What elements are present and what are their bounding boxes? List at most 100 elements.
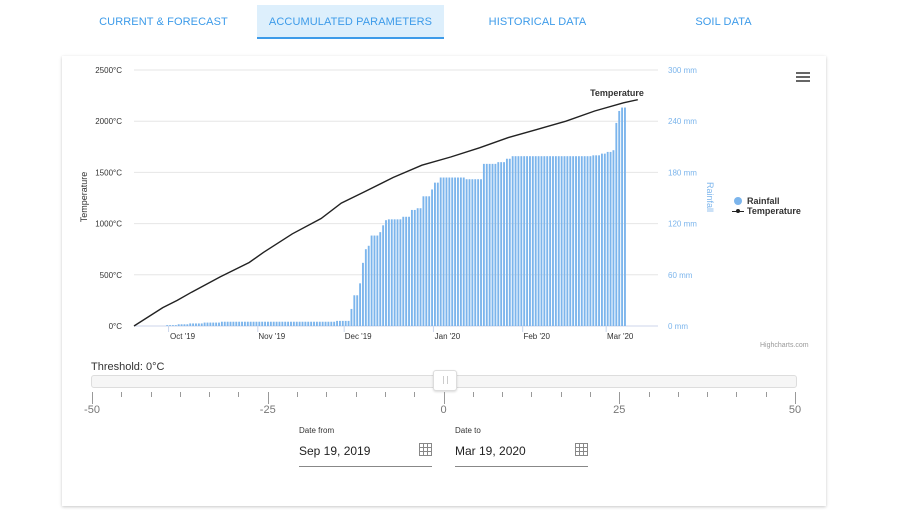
date-from-field: Date from Sep 19, 2019: [299, 426, 432, 467]
rainfall-bar: [166, 325, 169, 326]
slider-minor-tick: [648, 392, 650, 397]
rainfall-bar: [212, 322, 215, 326]
temperature-series-label: Temperature: [590, 88, 644, 98]
rainfall-bar: [503, 162, 505, 326]
x-tick-label: Jan '20: [435, 332, 461, 341]
rainfall-bar: [281, 321, 284, 326]
calendar-icon[interactable]: [575, 443, 588, 456]
rainfall-bar: [197, 323, 200, 326]
slider-minor-tick: [121, 392, 123, 397]
rainfall-bar: [235, 321, 238, 326]
rainfall-bar: [546, 156, 549, 326]
rainfall-bar: [183, 324, 186, 326]
rainfall-bar: [402, 216, 405, 326]
rainfall-bar: [419, 208, 422, 326]
rainfall-bar: [189, 323, 192, 326]
rainfall-bar: [341, 320, 344, 326]
legend-item-temperature[interactable]: Temperature: [732, 206, 801, 216]
slider-tick-label: -50: [84, 404, 100, 416]
x-tick-label: Oct '19: [170, 332, 196, 341]
calendar-icon[interactable]: [419, 443, 432, 456]
rainfall-bar: [278, 321, 281, 326]
date-from-input[interactable]: Sep 19, 2019: [299, 442, 432, 467]
date-to-field: Date to Mar 19, 2020: [455, 426, 588, 467]
tab-accumulated-parameters[interactable]: ACCUMULATED PARAMETERS: [257, 5, 444, 39]
rainfall-bar: [609, 151, 612, 326]
rainfall-bar: [373, 235, 376, 326]
rainfall-bar: [511, 156, 514, 326]
rainfall-bar: [577, 156, 580, 326]
y-right-tick-label: 0 mm: [668, 322, 688, 331]
rainfall-legend-marker-icon: [734, 197, 742, 205]
rainfall-bar: [385, 220, 387, 326]
rainfall-bar: [554, 156, 557, 326]
rainfall-bar: [445, 177, 448, 326]
rainfall-bar: [534, 156, 537, 326]
rainfall-bar: [379, 232, 382, 326]
slider-major-tick: [795, 392, 796, 404]
rainfall-bar: [508, 158, 511, 326]
slider-minor-tick: [560, 392, 562, 397]
date-to-input[interactable]: Mar 19, 2020: [455, 442, 588, 467]
slider-minor-tick: [297, 392, 299, 397]
rainfall-bar: [264, 321, 267, 326]
rainfall-bar: [169, 325, 171, 326]
y-left-tick-label: 1000°C: [95, 220, 122, 229]
rainfall-bar: [249, 321, 252, 326]
tab-soil-data[interactable]: SOIL DATA: [637, 5, 810, 39]
rainfall-bar: [209, 322, 212, 326]
rainfall-bar: [488, 163, 491, 326]
slider-minor-tick: [384, 392, 386, 397]
threshold-slider-handle[interactable]: [432, 370, 457, 391]
y-left-tick-label: 2500°C: [95, 66, 122, 75]
rainfall-bar: [255, 321, 258, 326]
rainfall-bar: [382, 225, 385, 326]
rainfall-bar: [338, 320, 341, 326]
rainfall-bar: [344, 320, 347, 326]
slider-minor-tick: [179, 392, 181, 397]
rainfall-bar: [359, 283, 362, 326]
slider-major-tick: [92, 392, 93, 404]
rainfall-bar: [482, 163, 485, 326]
rainfall-bar: [223, 321, 226, 326]
rainfall-bar: [336, 320, 338, 326]
rainfall-bar: [347, 320, 350, 326]
rainfall-bar: [321, 321, 324, 326]
rainfall-bar: [362, 262, 364, 326]
chart-menu-button[interactable]: [796, 72, 810, 84]
rainfall-bar: [621, 107, 624, 326]
slider-minor-tick: [472, 392, 474, 397]
legend-item-rainfall[interactable]: Rainfall: [732, 196, 801, 206]
tab-current-forecast[interactable]: CURRENT & FORECAST: [77, 5, 250, 39]
rainfall-bar: [376, 235, 379, 326]
rainfall-bar: [580, 156, 583, 326]
rainfall-bar: [350, 308, 353, 326]
rainfall-bar: [549, 156, 552, 326]
rainfall-bar: [583, 156, 586, 326]
rainfall-bar: [592, 155, 595, 326]
rainfall-bar: [261, 321, 264, 326]
rainfall-bar: [425, 196, 428, 326]
chart-legend: Rainfall Temperature: [732, 196, 801, 216]
slider-tick-label: 25: [613, 404, 626, 416]
rainfall-bar: [232, 321, 235, 326]
slider-tick-label: 50: [788, 404, 802, 416]
slider-minor-tick: [209, 392, 211, 397]
rainfall-bar: [367, 245, 370, 326]
rainfall-bar: [434, 182, 436, 326]
rainfall-bar: [462, 177, 465, 326]
rainfall-bar: [399, 219, 402, 326]
rainfall-bar: [612, 150, 615, 326]
rainfall-bar: [238, 321, 241, 326]
slider-minor-tick: [765, 392, 767, 397]
rainfall-bar: [540, 156, 543, 326]
rainfall-bar: [624, 107, 626, 326]
accumulated-chart: 0°C 0 mm 500°C 60 mm 1000°C 120 mm 1500°C 180 m…: [79, 66, 715, 341]
rainfall-bar: [318, 321, 321, 326]
rainfall-bar: [408, 216, 410, 326]
rainfall-bar: [442, 177, 445, 326]
highcharts-credits-link[interactable]: Highcharts.com: [760, 342, 809, 349]
rainfall-bar: [272, 321, 275, 326]
tab-historical-data[interactable]: HISTORICAL DATA: [451, 5, 624, 39]
rainfall-bar: [572, 156, 575, 326]
